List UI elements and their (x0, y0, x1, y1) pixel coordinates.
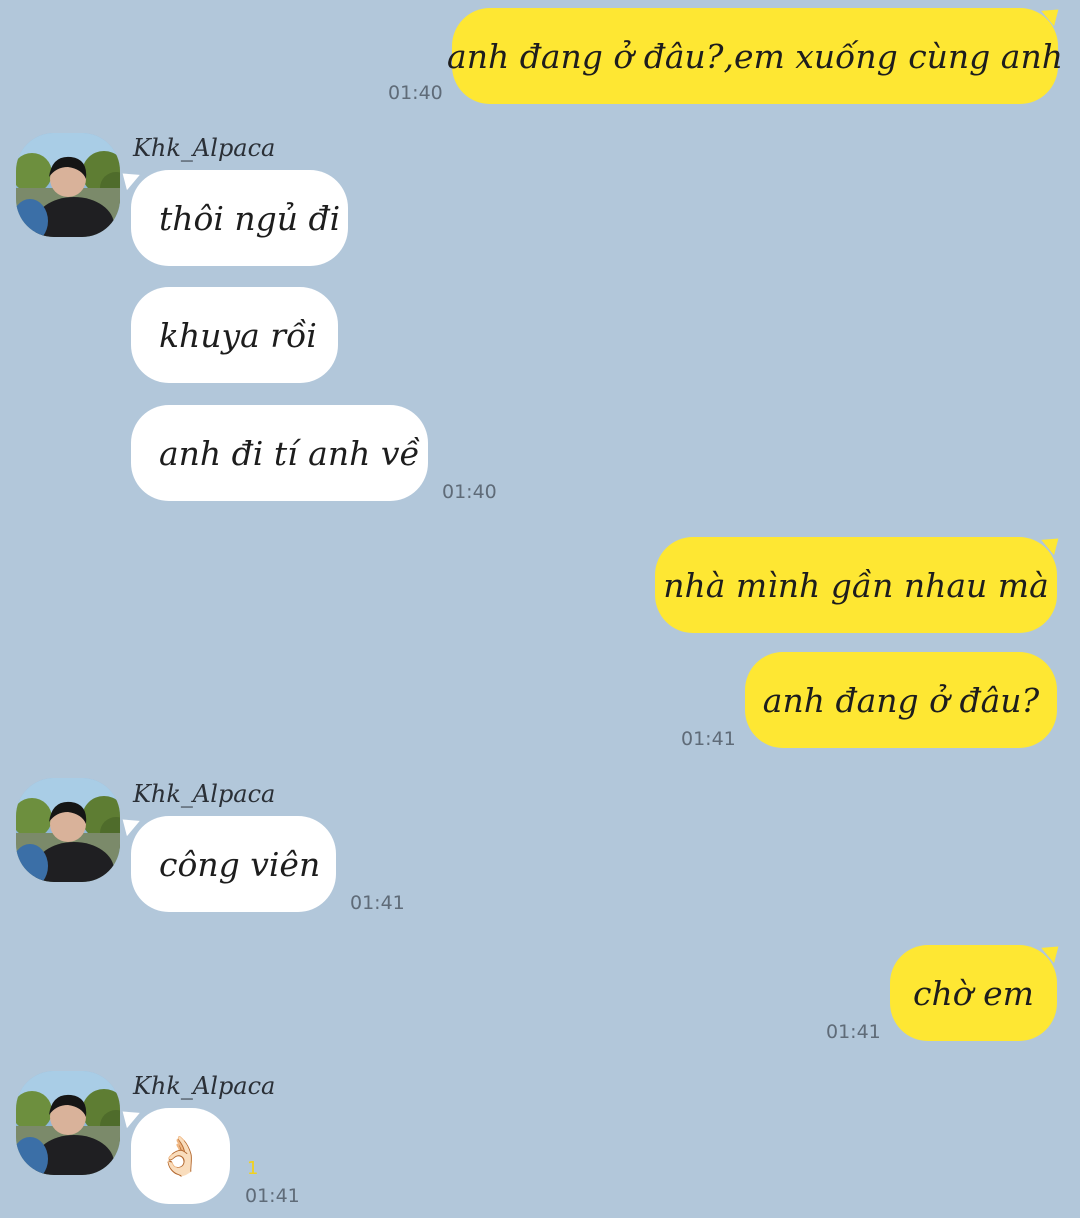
message-time: 01:40 (388, 82, 443, 104)
chat-message-list[interactable]: anh đang ở đâu?,em xuống cùng anh 01:40 … (0, 0, 1080, 1218)
message-text: anh đang ở đâu? (762, 680, 1040, 720)
my-message-bubble[interactable]: anh đang ở đâu?,em xuống cùng anh (447, 8, 1063, 104)
contact-avatar[interactable] (16, 133, 120, 237)
message-text: anh đang ở đâu?,em xuống cùng anh (447, 36, 1063, 76)
sender-name: Khk_Alpaca (133, 134, 276, 162)
sender-name: Khk_Alpaca (133, 1072, 276, 1100)
contact-avatar[interactable] (16, 1071, 120, 1175)
message-time: 01:40 (442, 481, 497, 503)
contact-message-bubble[interactable]: anh đi tí anh về (131, 405, 428, 501)
my-message-bubble[interactable]: anh đang ở đâu? (745, 652, 1057, 748)
contact-message-bubble[interactable]: 👌🏻 (131, 1108, 230, 1204)
my-message-bubble[interactable]: nhà mình gần nhau mà (655, 537, 1057, 633)
message-text: công viên (159, 844, 321, 884)
message-time: 01:41 (245, 1185, 300, 1207)
message-time: 01:41 (350, 892, 405, 914)
contact-message-bubble[interactable]: khuya rồi (131, 287, 338, 383)
message-text: chờ em (913, 973, 1034, 1013)
message-time: 01:41 (826, 1021, 881, 1043)
avatar-photo-icon (16, 133, 120, 237)
message-text: anh đi tí anh về (159, 433, 420, 473)
ok-hand-emoji-icon: 👌🏻 (156, 1133, 205, 1178)
avatar-photo-icon (16, 1071, 120, 1175)
message-text: khuya rồi (159, 315, 317, 355)
my-message-bubble[interactable]: chờ em (890, 945, 1057, 1041)
message-text: thôi ngủ đi (159, 198, 341, 238)
message-time: 01:41 (681, 728, 736, 750)
avatar-photo-icon (16, 778, 120, 882)
unread-count: 1 (247, 1158, 259, 1179)
contact-message-bubble[interactable]: công viên (131, 816, 336, 912)
contact-message-bubble[interactable]: thôi ngủ đi (131, 170, 348, 266)
contact-avatar[interactable] (16, 778, 120, 882)
sender-name: Khk_Alpaca (133, 780, 276, 808)
message-text: nhà mình gần nhau mà (663, 565, 1049, 605)
